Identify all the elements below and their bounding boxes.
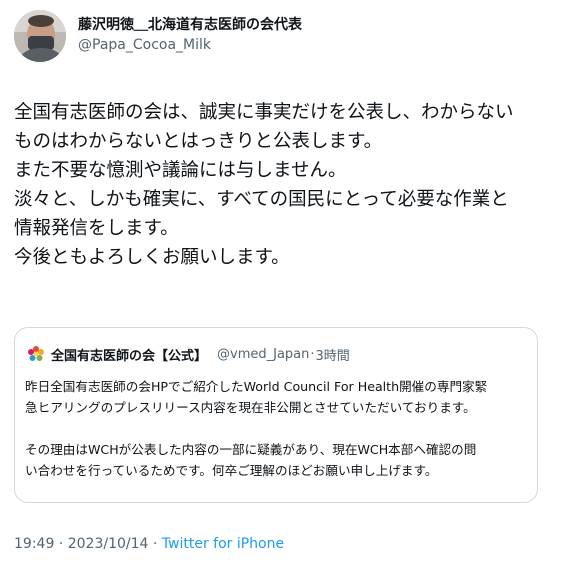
tweet-text-line: ものはわからないとはっきりと公表します。 — [14, 131, 383, 152]
quoted-text-line: 昨日全国有志医師の会HPでご紹介したWorld Council For Heal… — [25, 379, 488, 394]
quoted-author-handle[interactable]: @vmed_Japan — [217, 347, 309, 362]
tweet: 藤沢明徳＿北海道有志医師の会代表 @Papa_Cocoa_Milk 全国有志医師… — [0, 0, 574, 574]
separator: · — [148, 536, 162, 552]
separator: · — [54, 536, 68, 552]
tweet-text: 全国有志医師の会は、誠実に事実だけを公表し、わからない ものはわからないとはっき… — [14, 98, 566, 272]
tweet-time[interactable]: 19:49 — [14, 536, 54, 552]
tweet-text-line: 淡々と、しかも確実に、すべての国民にとって必要な作業と — [14, 189, 509, 210]
quoted-author-name[interactable]: 全国有志医師の会【公式】 — [51, 345, 207, 364]
tweet-text-line: 情報発信をします。 — [14, 218, 179, 239]
user-handle[interactable]: @Papa_Cocoa_Milk — [78, 37, 211, 53]
flower-logo-icon — [27, 345, 45, 363]
avatar[interactable] — [14, 10, 66, 62]
quoted-timestamp[interactable]: 3時間 — [316, 345, 350, 364]
quoted-text-line: い合わせを行っているためです。何卒ご理解のほどお願い申し上げます。 — [25, 463, 438, 478]
tweet-text-line: 今後ともよろしくお願いします。 — [14, 247, 290, 268]
quoted-tweet[interactable]: 全国有志医師の会【公式】 @vmed_Japan · 3時間 昨日全国有志医師の… — [14, 327, 538, 503]
display-name[interactable]: 藤沢明徳＿北海道有志医師の会代表 — [78, 14, 302, 34]
separator: · — [310, 346, 315, 362]
tweet-source-link[interactable]: Twitter for iPhone — [162, 536, 284, 552]
tweet-text-line: また不要な憶測や議論には与しません。 — [14, 160, 347, 181]
tweet-text-line: 全国有志医師の会は、誠実に事実だけを公表し、わからない — [14, 102, 514, 123]
quoted-tweet-header: 全国有志医師の会【公式】 @vmed_Japan · 3時間 — [27, 344, 350, 364]
tweet-metadata: 19:49 · 2023/10/14 · Twitter for iPhone — [14, 536, 284, 552]
quoted-text-line: その理由はWCHが公表した内容の一部に疑義があり、現在WCH本部へ確認の問 — [25, 442, 477, 457]
tweet-date[interactable]: 2023/10/14 — [68, 536, 149, 552]
quoted-text-line: 急ヒアリングのプレスリリース内容を現在非公開とさせていただいております。 — [25, 400, 476, 415]
quoted-tweet-text: 昨日全国有志医師の会HPでご紹介したWorld Council For Heal… — [25, 376, 531, 481]
